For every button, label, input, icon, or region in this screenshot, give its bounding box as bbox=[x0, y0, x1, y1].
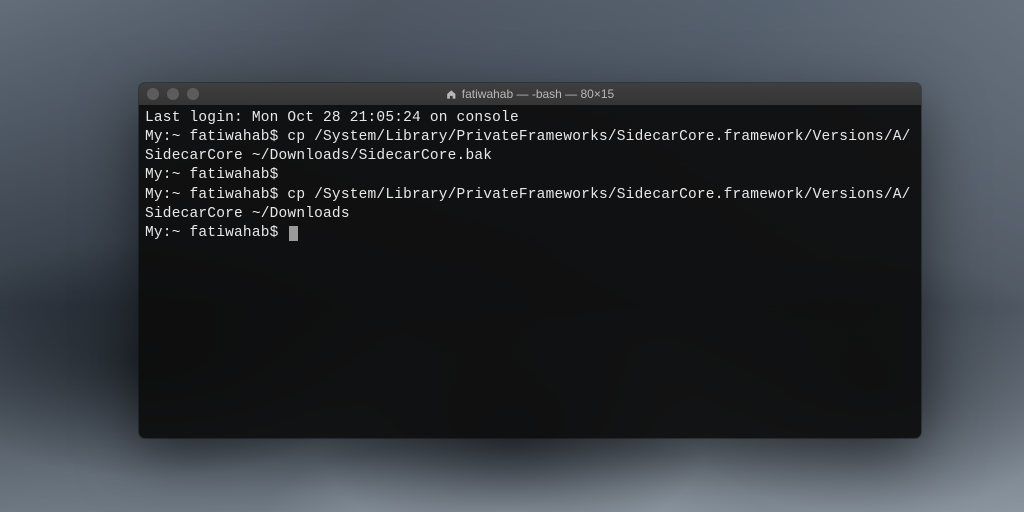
terminal-prompt: My:~ fatiwahab$ bbox=[145, 225, 287, 241]
terminal-prompt-line: My:~ fatiwahab$ bbox=[145, 224, 915, 243]
terminal-output[interactable]: Last login: Mon Oct 28 21:05:24 on conso… bbox=[139, 105, 921, 438]
terminal-line: My:~ fatiwahab$ cp /System/Library/Priva… bbox=[145, 186, 915, 224]
minimize-button[interactable] bbox=[167, 88, 179, 100]
terminal-cursor bbox=[289, 226, 298, 241]
window-title: fatiwahab — -bash — 80×15 bbox=[446, 87, 614, 101]
close-button[interactable] bbox=[147, 88, 159, 100]
traffic-lights bbox=[147, 88, 199, 100]
home-icon bbox=[446, 89, 457, 100]
terminal-line: Last login: Mon Oct 28 21:05:24 on conso… bbox=[145, 109, 915, 128]
window-titlebar[interactable]: fatiwahab — -bash — 80×15 bbox=[139, 83, 921, 105]
terminal-line: My:~ fatiwahab$ cp /System/Library/Priva… bbox=[145, 128, 915, 166]
zoom-button[interactable] bbox=[187, 88, 199, 100]
terminal-window[interactable]: fatiwahab — -bash — 80×15 Last login: Mo… bbox=[139, 83, 921, 438]
window-title-text: fatiwahab — -bash — 80×15 bbox=[462, 87, 614, 101]
terminal-line: My:~ fatiwahab$ bbox=[145, 166, 915, 185]
